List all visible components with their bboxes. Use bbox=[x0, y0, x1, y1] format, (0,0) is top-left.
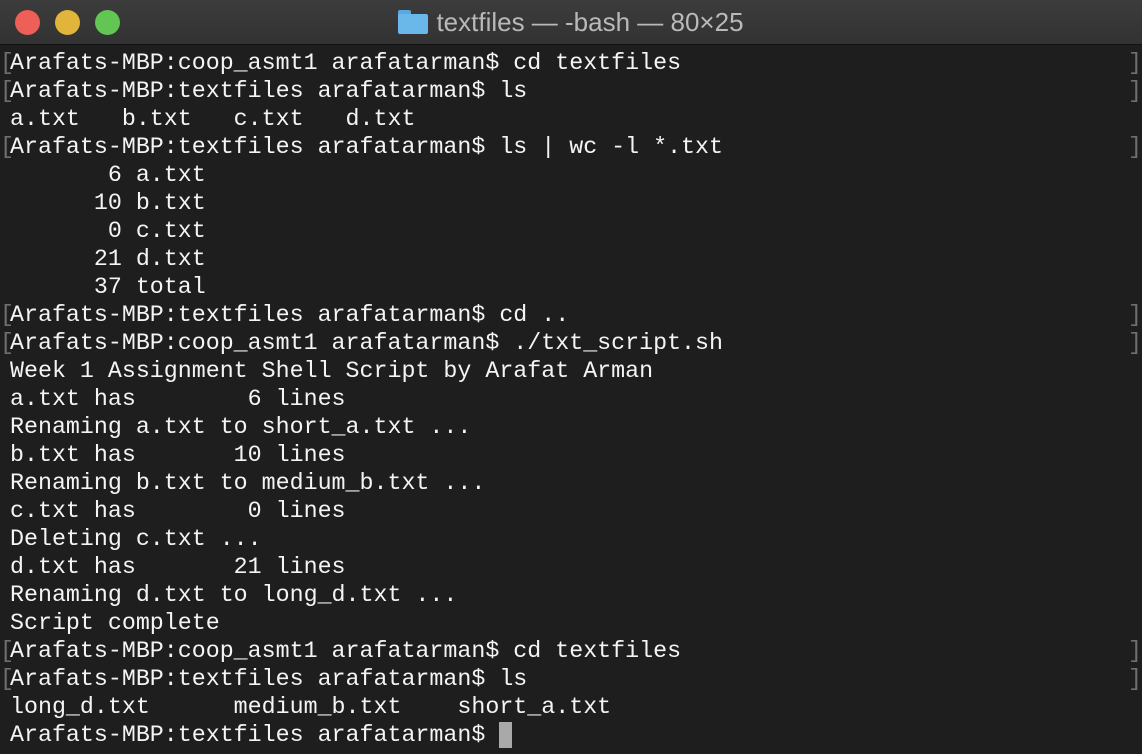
terminal-output-line: Deleting c.txt ... bbox=[10, 526, 262, 552]
terminal-output-line: Renaming b.txt to medium_b.txt ... bbox=[10, 470, 486, 496]
terminal-command-line: Arafats-MBP:textfiles arafatarman$ ls | … bbox=[10, 134, 724, 160]
terminal-command-line: Arafats-MBP:coop_asmt1 arafatarman$ cd t… bbox=[10, 638, 682, 664]
terminal-output-line: Arafats-MBP:textfiles arafatarman$ bbox=[10, 721, 513, 749]
mark-bracket-right: ] bbox=[1128, 134, 1142, 160]
mark-bracket-left: [ bbox=[0, 134, 14, 160]
terminal-output-line: b.txt has 10 lines bbox=[10, 442, 346, 468]
mark-bracket-right: ] bbox=[1128, 666, 1142, 692]
mark-bracket-left: [ bbox=[0, 666, 14, 692]
terminal-command-line: Arafats-MBP:textfiles arafatarman$ ls bbox=[10, 666, 528, 692]
terminal-output-line: 6 a.txt bbox=[10, 162, 206, 188]
mark-bracket-right: ] bbox=[1128, 302, 1142, 328]
terminal-output-line: Script complete bbox=[10, 610, 220, 636]
mark-bracket-left: [ bbox=[0, 302, 14, 328]
terminal-prompt: Arafats-MBP:textfiles arafatarman$ bbox=[10, 722, 500, 748]
terminal-output-line: long_d.txt medium_b.txt short_a.txt bbox=[10, 694, 612, 720]
terminal-output-line: c.txt has 0 lines bbox=[10, 498, 346, 524]
terminal-command-line: Arafats-MBP:textfiles arafatarman$ ls bbox=[10, 78, 528, 104]
terminal-output-line: 37 total bbox=[10, 274, 206, 300]
mark-bracket-right: ] bbox=[1128, 50, 1142, 76]
mark-bracket-right: ] bbox=[1128, 330, 1142, 356]
terminal-output-line: a.txt has 6 lines bbox=[10, 386, 346, 412]
terminal-output-line: a.txt b.txt c.txt d.txt bbox=[10, 106, 416, 132]
text-cursor bbox=[499, 721, 513, 748]
terminal-command-line: Arafats-MBP:coop_asmt1 arafatarman$ ./tx… bbox=[10, 330, 724, 356]
mark-bracket-left: [ bbox=[0, 330, 14, 356]
terminal-output-line: 10 b.txt bbox=[10, 190, 206, 216]
terminal-output-line: Renaming d.txt to long_d.txt ... bbox=[10, 582, 458, 608]
terminal-command-line: Arafats-MBP:coop_asmt1 arafatarman$ cd t… bbox=[10, 50, 682, 76]
mark-bracket-left: [ bbox=[0, 78, 14, 104]
terminal-output-line: d.txt has 21 lines bbox=[10, 554, 346, 580]
title-bar[interactable]: textfiles — -bash — 80×25 bbox=[0, 0, 1142, 45]
terminal-output[interactable]: Arafats-MBP:coop_asmt1 arafatarman$ cd t… bbox=[0, 45, 1142, 754]
mark-bracket-right: ] bbox=[1128, 638, 1142, 664]
window-title-group: textfiles — -bash — 80×25 bbox=[0, 0, 1142, 44]
mark-bracket-left: [ bbox=[0, 50, 14, 76]
terminal-output-line: 21 d.txt bbox=[10, 246, 206, 272]
terminal-output-line: Week 1 Assignment Shell Script by Arafat… bbox=[10, 358, 654, 384]
terminal-command-line: Arafats-MBP:textfiles arafatarman$ cd .. bbox=[10, 302, 570, 328]
folder-icon bbox=[398, 10, 429, 34]
terminal-window: textfiles — -bash — 80×25 Arafats-MBP:co… bbox=[0, 0, 1142, 754]
mark-bracket-left: [ bbox=[0, 638, 14, 664]
window-title: textfiles — -bash — 80×25 bbox=[436, 6, 744, 37]
terminal-output-line: Renaming a.txt to short_a.txt ... bbox=[10, 414, 472, 440]
mark-bracket-right: ] bbox=[1128, 78, 1142, 104]
terminal-output-line: 0 c.txt bbox=[10, 218, 206, 244]
